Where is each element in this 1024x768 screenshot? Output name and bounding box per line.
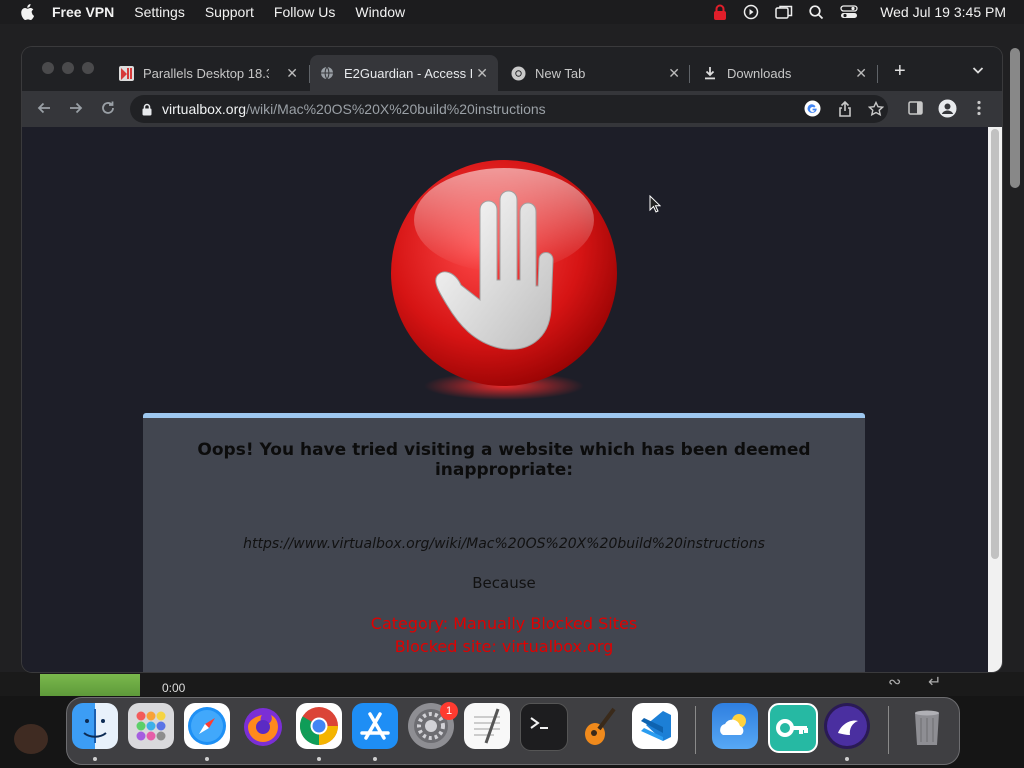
- block-category: Category: Manually Blocked Sites: [370, 614, 638, 633]
- close-window-button[interactable]: [42, 62, 54, 74]
- search-icon[interactable]: [809, 4, 824, 20]
- launchpad-icon[interactable]: [128, 703, 174, 749]
- back-icon[interactable]: [36, 100, 52, 121]
- block-message-panel: Oops! You have tried visiting a website …: [143, 413, 865, 672]
- apple-icon[interactable]: [20, 4, 36, 20]
- download-icon: [702, 65, 718, 81]
- menu-window[interactable]: Window: [355, 4, 405, 20]
- running-indicator: [205, 757, 209, 761]
- close-tab-icon[interactable]: ✕: [855, 65, 867, 82]
- browser-toolbar: virtualbox.org/wiki/Mac%20OS%20X%20build…: [22, 91, 1002, 127]
- running-indicator: [317, 757, 321, 761]
- safari-icon[interactable]: [184, 703, 230, 749]
- globe-icon: [319, 65, 335, 81]
- app-icon[interactable]: [824, 703, 870, 749]
- video-time: 0:00: [162, 681, 186, 695]
- tab-separator: [877, 65, 878, 83]
- garageband-icon[interactable]: [576, 703, 622, 749]
- running-indicator: [373, 757, 377, 761]
- tab-title: Downloads: [727, 65, 792, 81]
- play-circle-icon[interactable]: [743, 4, 759, 20]
- finder-icon[interactable]: [72, 703, 118, 749]
- app-store-icon[interactable]: [352, 703, 398, 749]
- zoom-window-button[interactable]: [82, 62, 94, 74]
- tab-parallels[interactable]: Parallels Desktop 18.3 ✕: [118, 55, 308, 91]
- stop-hand-icon: [391, 160, 617, 400]
- outer-scrollbar-thumb[interactable]: [1010, 48, 1020, 188]
- window-controls: [42, 62, 94, 74]
- notification-badge: 1: [440, 702, 458, 720]
- lock-icon[interactable]: [142, 103, 152, 116]
- tab-title: E2Guardian - Access D: [344, 65, 472, 81]
- menu-follow-us[interactable]: Follow Us: [274, 4, 335, 20]
- mouse-cursor-icon: [649, 195, 661, 213]
- firefox-icon[interactable]: [240, 703, 286, 749]
- chevron-down-icon[interactable]: [972, 62, 984, 80]
- chrome-icon[interactable]: [296, 703, 342, 749]
- blocked-site: Blocked site: virtualbox.org: [394, 637, 614, 656]
- chrome-icon: [510, 65, 526, 81]
- menu-app-name[interactable]: Free VPN: [52, 4, 114, 20]
- close-tab-icon[interactable]: ✕: [668, 65, 680, 82]
- tab-strip: Parallels Desktop 18.3 ✕ E2Guardian - Ac…: [22, 47, 1002, 91]
- trash-icon[interactable]: [904, 703, 950, 749]
- menu-settings[interactable]: Settings: [134, 4, 185, 20]
- minimize-window-button[interactable]: [62, 62, 74, 74]
- background-player-strip: 0:00 ∾ ↵: [0, 672, 1024, 696]
- close-tab-icon[interactable]: ✕: [476, 65, 488, 82]
- vscode-icon[interactable]: [632, 703, 678, 749]
- url-host: virtualbox.org: [162, 101, 247, 117]
- tab-separator: [689, 65, 690, 83]
- profile-avatar-icon[interactable]: [938, 99, 957, 123]
- page-scrollbar[interactable]: [988, 127, 1002, 672]
- side-panel-icon[interactable]: [908, 101, 923, 120]
- tab-downloads[interactable]: Downloads ✕: [702, 55, 877, 91]
- menu-support[interactable]: Support: [205, 4, 254, 20]
- dock-separator: [695, 706, 696, 754]
- google-icon[interactable]: [804, 100, 821, 122]
- control-center-icon[interactable]: [840, 5, 858, 19]
- menubar-clock[interactable]: Wed Jul 19 3:45 PM: [880, 4, 1006, 20]
- video-thumbnail: [40, 674, 140, 696]
- scrollbar-thumb[interactable]: [991, 129, 999, 559]
- menu-bar: Free VPN Settings Support Follow Us Wind…: [0, 0, 1024, 24]
- dock-separator: [888, 706, 889, 754]
- terminal-icon[interactable]: [520, 703, 568, 751]
- blocked-url: https://www.virtualbox.org/wiki/Mac%20OS…: [243, 536, 765, 552]
- running-indicator: [93, 757, 97, 761]
- return-icon[interactable]: ↵: [928, 672, 941, 692]
- scribble-icon[interactable]: ∾: [888, 672, 901, 692]
- windows-icon[interactable]: [775, 4, 793, 20]
- tab-title: Parallels Desktop 18.3: [143, 65, 269, 81]
- forward-icon[interactable]: [68, 100, 84, 121]
- bookmark-star-icon[interactable]: [867, 100, 885, 122]
- tab-e2guardian[interactable]: E2Guardian - Access D ✕: [310, 55, 498, 91]
- block-reason: Category: Manually Blocked Sites Blocked…: [143, 612, 865, 658]
- textedit-icon[interactable]: [464, 703, 510, 749]
- more-menu-icon[interactable]: [977, 100, 981, 121]
- browser-window: Parallels Desktop 18.3 ✕ E2Guardian - Ac…: [22, 47, 1002, 672]
- vpn-lock-icon[interactable]: [713, 4, 727, 20]
- weather-icon[interactable]: [712, 703, 758, 749]
- tab-new-tab[interactable]: New Tab ✕: [510, 55, 690, 91]
- new-tab-button[interactable]: +: [894, 61, 906, 81]
- background-app-icon: [14, 724, 48, 754]
- url-path: /wiki/Mac%20OS%20X%20build%20instruction…: [246, 101, 546, 117]
- because-label: Because: [472, 574, 536, 592]
- address-bar[interactable]: virtualbox.org/wiki/Mac%20OS%20X%20build…: [130, 95, 888, 123]
- vpn-key-icon[interactable]: [768, 703, 818, 753]
- page-content: Oops! You have tried visiting a website …: [22, 127, 988, 672]
- share-icon[interactable]: [838, 100, 852, 122]
- tab-title: New Tab: [535, 65, 586, 81]
- running-indicator: [845, 757, 849, 761]
- reload-icon[interactable]: [100, 100, 116, 121]
- block-headline: Oops! You have tried visiting a website …: [197, 440, 811, 480]
- parallels-icon: [118, 65, 134, 81]
- close-tab-icon[interactable]: ✕: [286, 65, 298, 82]
